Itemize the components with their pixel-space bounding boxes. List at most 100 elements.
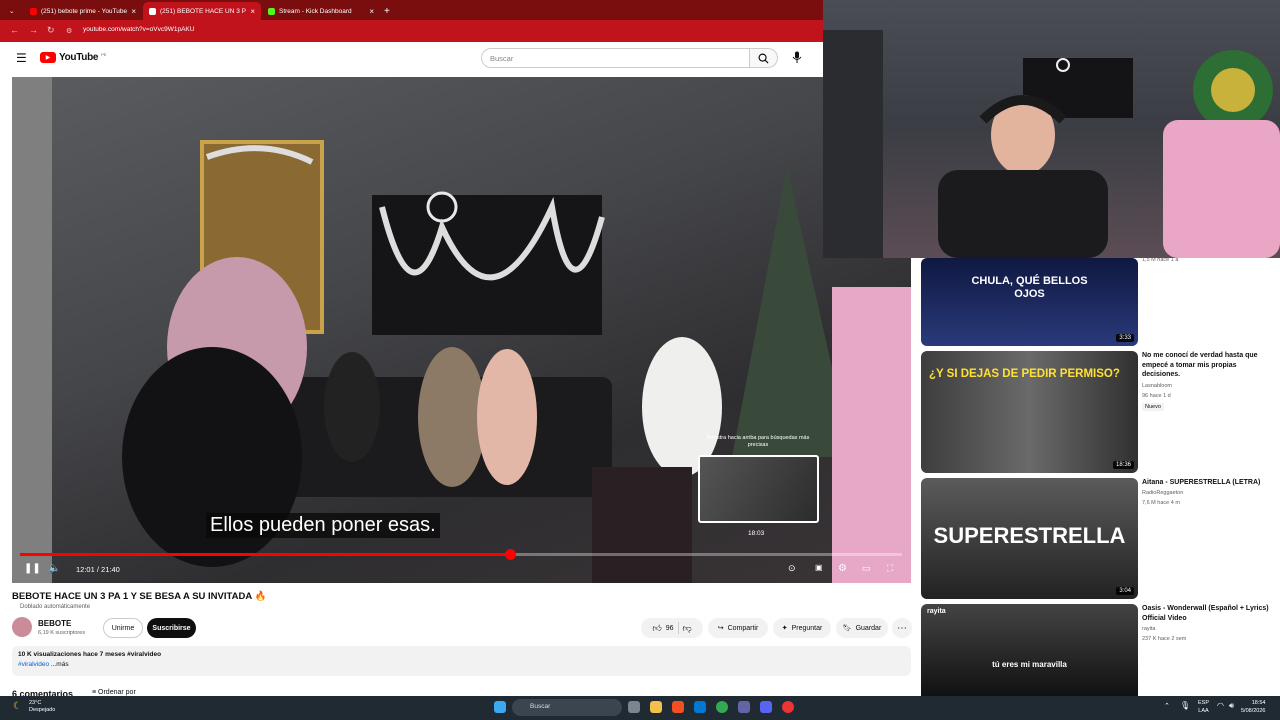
ask-button[interactable]: ✦ Preguntar: [773, 618, 831, 638]
voice-search-button[interactable]: [792, 51, 802, 66]
site-info-icon[interactable]: ⚙: [66, 27, 72, 35]
progress-bar[interactable]: [20, 549, 902, 560]
address-bar: ← → ↻ ⚙ youtube.com/watch?v=oVvc9W1pAKU: [0, 20, 823, 42]
back-icon[interactable]: ←: [10, 25, 19, 35]
description-box[interactable]: 10 K visualizaciones hace 7 meses #viral…: [12, 646, 911, 676]
rec-thumbnail[interactable]: ¿Y SI DEJAS DE PEDIR PERMISO? 18:36: [921, 351, 1138, 473]
volume-icon[interactable]: 🔈: [48, 563, 60, 574]
taskbar-search[interactable]: Buscar: [512, 699, 622, 716]
miniplayer-icon[interactable]: ▭: [862, 563, 871, 574]
progress-fill: [20, 553, 510, 556]
tab-bebote-video[interactable]: (251) BEBOTE HACE UN 3 P ×: [143, 2, 261, 20]
duration-badge: 18:36: [1112, 461, 1134, 469]
dubbed-label: Doblado automáticamente: [20, 604, 91, 610]
system-clock[interactable]: 18:54 5/08/2026: [1241, 699, 1265, 715]
file-explorer-icon[interactable]: [650, 701, 662, 713]
search-input[interactable]: Buscar: [481, 48, 750, 68]
language-code: ESP: [1198, 700, 1210, 706]
rec-title[interactable]: Oasis - Wonderwall (Español + Lyrics) Of…: [1142, 604, 1272, 623]
more-actions-button[interactable]: ⋯: [892, 618, 912, 638]
webcam-scene: [823, 30, 1280, 258]
tab-list-button[interactable]: ⌄: [6, 2, 20, 20]
keyboard-layout: LAA: [1198, 708, 1209, 714]
rec-meta: 96 hace 1 d: [1142, 393, 1171, 399]
youtube-logo[interactable]: ▶ YouTube PE: [40, 52, 107, 63]
subscriber-count: 6,19 K suscriptores: [38, 630, 86, 636]
start-windows-icon[interactable]: [494, 701, 506, 713]
chrome-icon[interactable]: [716, 701, 728, 713]
hashtag-link[interactable]: #viralvideo: [18, 661, 49, 668]
autoplay-toggle-icon[interactable]: ⊙: [788, 563, 796, 574]
brave-browser-icon[interactable]: [672, 701, 684, 713]
reload-icon[interactable]: ↻: [47, 25, 55, 36]
share-button[interactable]: ↪ Compartir: [708, 618, 768, 638]
weather-condition: Despejado: [29, 707, 56, 713]
sort-button[interactable]: ≡ Ordenar por: [92, 689, 136, 696]
more-link[interactable]: ...más: [51, 661, 69, 668]
new-badge: Nuevo: [1142, 403, 1164, 411]
subscribe-button[interactable]: Suscribirse: [147, 618, 196, 638]
fullscreen-icon[interactable]: ⛶: [887, 563, 893, 574]
search-icon: [758, 53, 769, 64]
rec-thumbnail[interactable]: CHULA, QUÉ BELLOS OJOS 3:33: [921, 258, 1138, 346]
rec-meta: 1,5 M hace 1 a: [1142, 257, 1179, 263]
rec-channel[interactable]: rayita: [1142, 626, 1155, 632]
tab-label: (251) BEBOTE HACE UN 3 P: [160, 7, 246, 15]
rec-thumbnail[interactable]: SUPERESTRELLA 3:04: [921, 478, 1138, 599]
tab-kick-dashboard[interactable]: Stream - Kick Dashboard ×: [262, 2, 380, 20]
menu-icon[interactable]: ☰: [16, 51, 27, 65]
wifi-icon[interactable]: ◠: [1217, 701, 1224, 710]
speaker-icon[interactable]: 🔊︎: [1229, 701, 1234, 711]
like-button[interactable]: 👍︎ 96: [652, 623, 673, 634]
seek-preview-time: 18:03: [748, 530, 765, 537]
discord-icon[interactable]: [760, 701, 772, 713]
sort-label: Ordenar por: [98, 689, 136, 696]
rec-channel[interactable]: RadioReggaeton: [1142, 490, 1183, 496]
drag-tip: Arrastra hacia arriba para búsquedas más…: [706, 435, 810, 448]
time-display: 12:01 / 21:40: [76, 565, 120, 574]
join-button[interactable]: Unirme: [103, 618, 143, 638]
thumbs-down-icon[interactable]: 👎︎: [683, 623, 692, 634]
rec-channel[interactable]: Lasnabloom: [1142, 383, 1172, 389]
thumbnail-channel: rayita: [927, 608, 946, 615]
video-player[interactable]: Arrastra hacia arriba para búsquedas más…: [12, 77, 911, 583]
new-tab-button[interactable]: +: [381, 2, 395, 20]
url-field[interactable]: youtube.com/watch?v=oVvc9W1pAKU: [83, 26, 194, 33]
video-title: BEBOTE HACE UN 3 PA 1 Y SE BESA A SU INV…: [12, 591, 267, 602]
task-view-icon[interactable]: [628, 701, 640, 713]
save-label: Guardar: [855, 624, 882, 632]
close-tab-icon[interactable]: ×: [131, 7, 136, 16]
view-count-date: 10 K visualizaciones hace 7 meses #viral…: [18, 651, 162, 658]
youtube-favicon-icon: [30, 7, 37, 15]
tab-bebote-prime[interactable]: (251) bebote prime - YouTube ×: [24, 2, 142, 20]
rec-meta: 237 K hace 2 sem: [1142, 636, 1187, 642]
captions-icon[interactable]: ▣: [815, 563, 823, 572]
pause-icon[interactable]: ❚❚: [24, 563, 41, 574]
weather-widget[interactable]: 23°C Despejado: [29, 700, 55, 714]
progress-scrubber[interactable]: [504, 549, 516, 560]
webcam-overlay: [823, 0, 1280, 258]
more-icon: ⋯: [897, 622, 907, 634]
rec-title[interactable]: No me conocí de verdad hasta que empecé …: [1142, 351, 1272, 380]
channel-name[interactable]: BEBOTE: [38, 619, 71, 628]
share-icon: ↪: [717, 625, 724, 632]
channel-avatar[interactable]: [12, 617, 32, 637]
settings-gear-icon[interactable]: ⚙: [838, 563, 847, 574]
thumbnail-text: CHULA, QUÉ BELLOS OJOS: [971, 275, 1088, 300]
search-button[interactable]: [750, 48, 778, 68]
language-indicator[interactable]: ESP LAA: [1198, 699, 1209, 715]
save-button[interactable]: 🔖︎ Guardar: [836, 618, 888, 638]
like-count: 96: [665, 624, 674, 632]
weather-moon-icon[interactable]: ☾: [13, 701, 22, 712]
forward-icon[interactable]: →: [29, 25, 38, 35]
store-icon[interactable]: [694, 701, 706, 713]
chevron-up-icon[interactable]: ⌃: [1164, 702, 1170, 710]
close-tab-icon[interactable]: ×: [369, 7, 374, 16]
sparkle-icon: ✦: [781, 625, 788, 632]
close-tab-icon[interactable]: ×: [250, 7, 255, 16]
rec-thumbnail[interactable]: rayita tú eres mi maravilla: [921, 604, 1138, 696]
teams-icon[interactable]: [738, 701, 750, 713]
rec-title[interactable]: Aitana - SUPERESTRELLA (LETRA): [1142, 478, 1272, 488]
microphone-tray-icon[interactable]: 🎙︎: [1180, 701, 1190, 710]
obs-icon[interactable]: [782, 701, 794, 713]
